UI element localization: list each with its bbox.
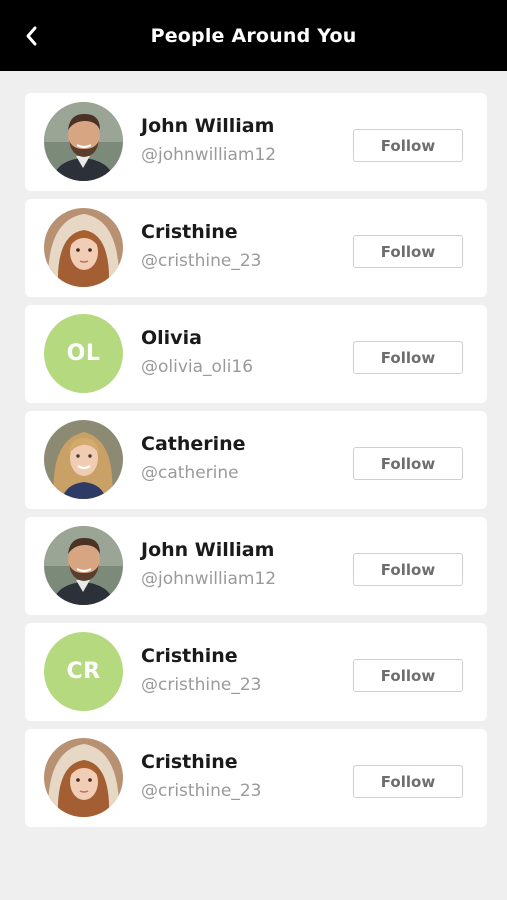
man-portrait-photo xyxy=(44,526,123,605)
person-handle: @johnwilliam12 xyxy=(141,145,277,165)
woman-hood-portrait-photo xyxy=(44,208,123,287)
person-handle: @johnwilliam12 xyxy=(141,569,277,589)
avatar xyxy=(44,420,123,499)
woman-blonde-portrait-photo xyxy=(44,420,123,499)
person-handle: @olivia_oli16 xyxy=(141,357,254,377)
person-name: Cristhine xyxy=(141,751,238,773)
follow-button[interactable]: Follow xyxy=(353,659,463,692)
person-card: OL Olivia @olivia_oli16 Follow xyxy=(25,305,487,403)
avatar-initials: CR xyxy=(44,632,123,711)
person-card: Cristhine @cristhine_23 Follow xyxy=(25,199,487,297)
man-portrait-photo xyxy=(44,102,123,181)
person-name: Cristhine xyxy=(141,645,238,667)
person-name: John William xyxy=(141,115,275,137)
avatar xyxy=(44,738,123,817)
person-card: John William @johnwilliam12 Follow xyxy=(25,93,487,191)
people-list: John William @johnwilliam12 Follow Crist… xyxy=(25,93,487,835)
follow-button[interactable]: Follow xyxy=(353,129,463,162)
app-header: People Around You xyxy=(0,0,507,71)
page-title: People Around You xyxy=(150,25,357,47)
person-card: CR Cristhine @cristhine_23 Follow xyxy=(25,623,487,721)
person-name: Cristhine xyxy=(141,221,238,243)
person-card: Catherine @catherine Follow xyxy=(25,411,487,509)
woman-hood-portrait-photo xyxy=(44,738,123,817)
avatar xyxy=(44,102,123,181)
follow-button[interactable]: Follow xyxy=(353,235,463,268)
avatar xyxy=(44,526,123,605)
follow-button[interactable]: Follow xyxy=(353,341,463,374)
avatar-initials: OL xyxy=(44,314,123,393)
follow-button[interactable]: Follow xyxy=(353,447,463,480)
follow-button[interactable]: Follow xyxy=(353,553,463,586)
person-handle: @cristhine_23 xyxy=(141,675,262,695)
person-name: Olivia xyxy=(141,327,202,349)
person-handle: @cristhine_23 xyxy=(141,251,262,271)
person-name: Catherine xyxy=(141,433,246,455)
person-handle: @cristhine_23 xyxy=(141,781,262,801)
person-card: Cristhine @cristhine_23 Follow xyxy=(25,729,487,827)
follow-button[interactable]: Follow xyxy=(353,765,463,798)
person-handle: @catherine xyxy=(141,463,239,483)
person-card: John William @johnwilliam12 Follow xyxy=(25,517,487,615)
avatar xyxy=(44,208,123,287)
person-name: John William xyxy=(141,539,275,561)
